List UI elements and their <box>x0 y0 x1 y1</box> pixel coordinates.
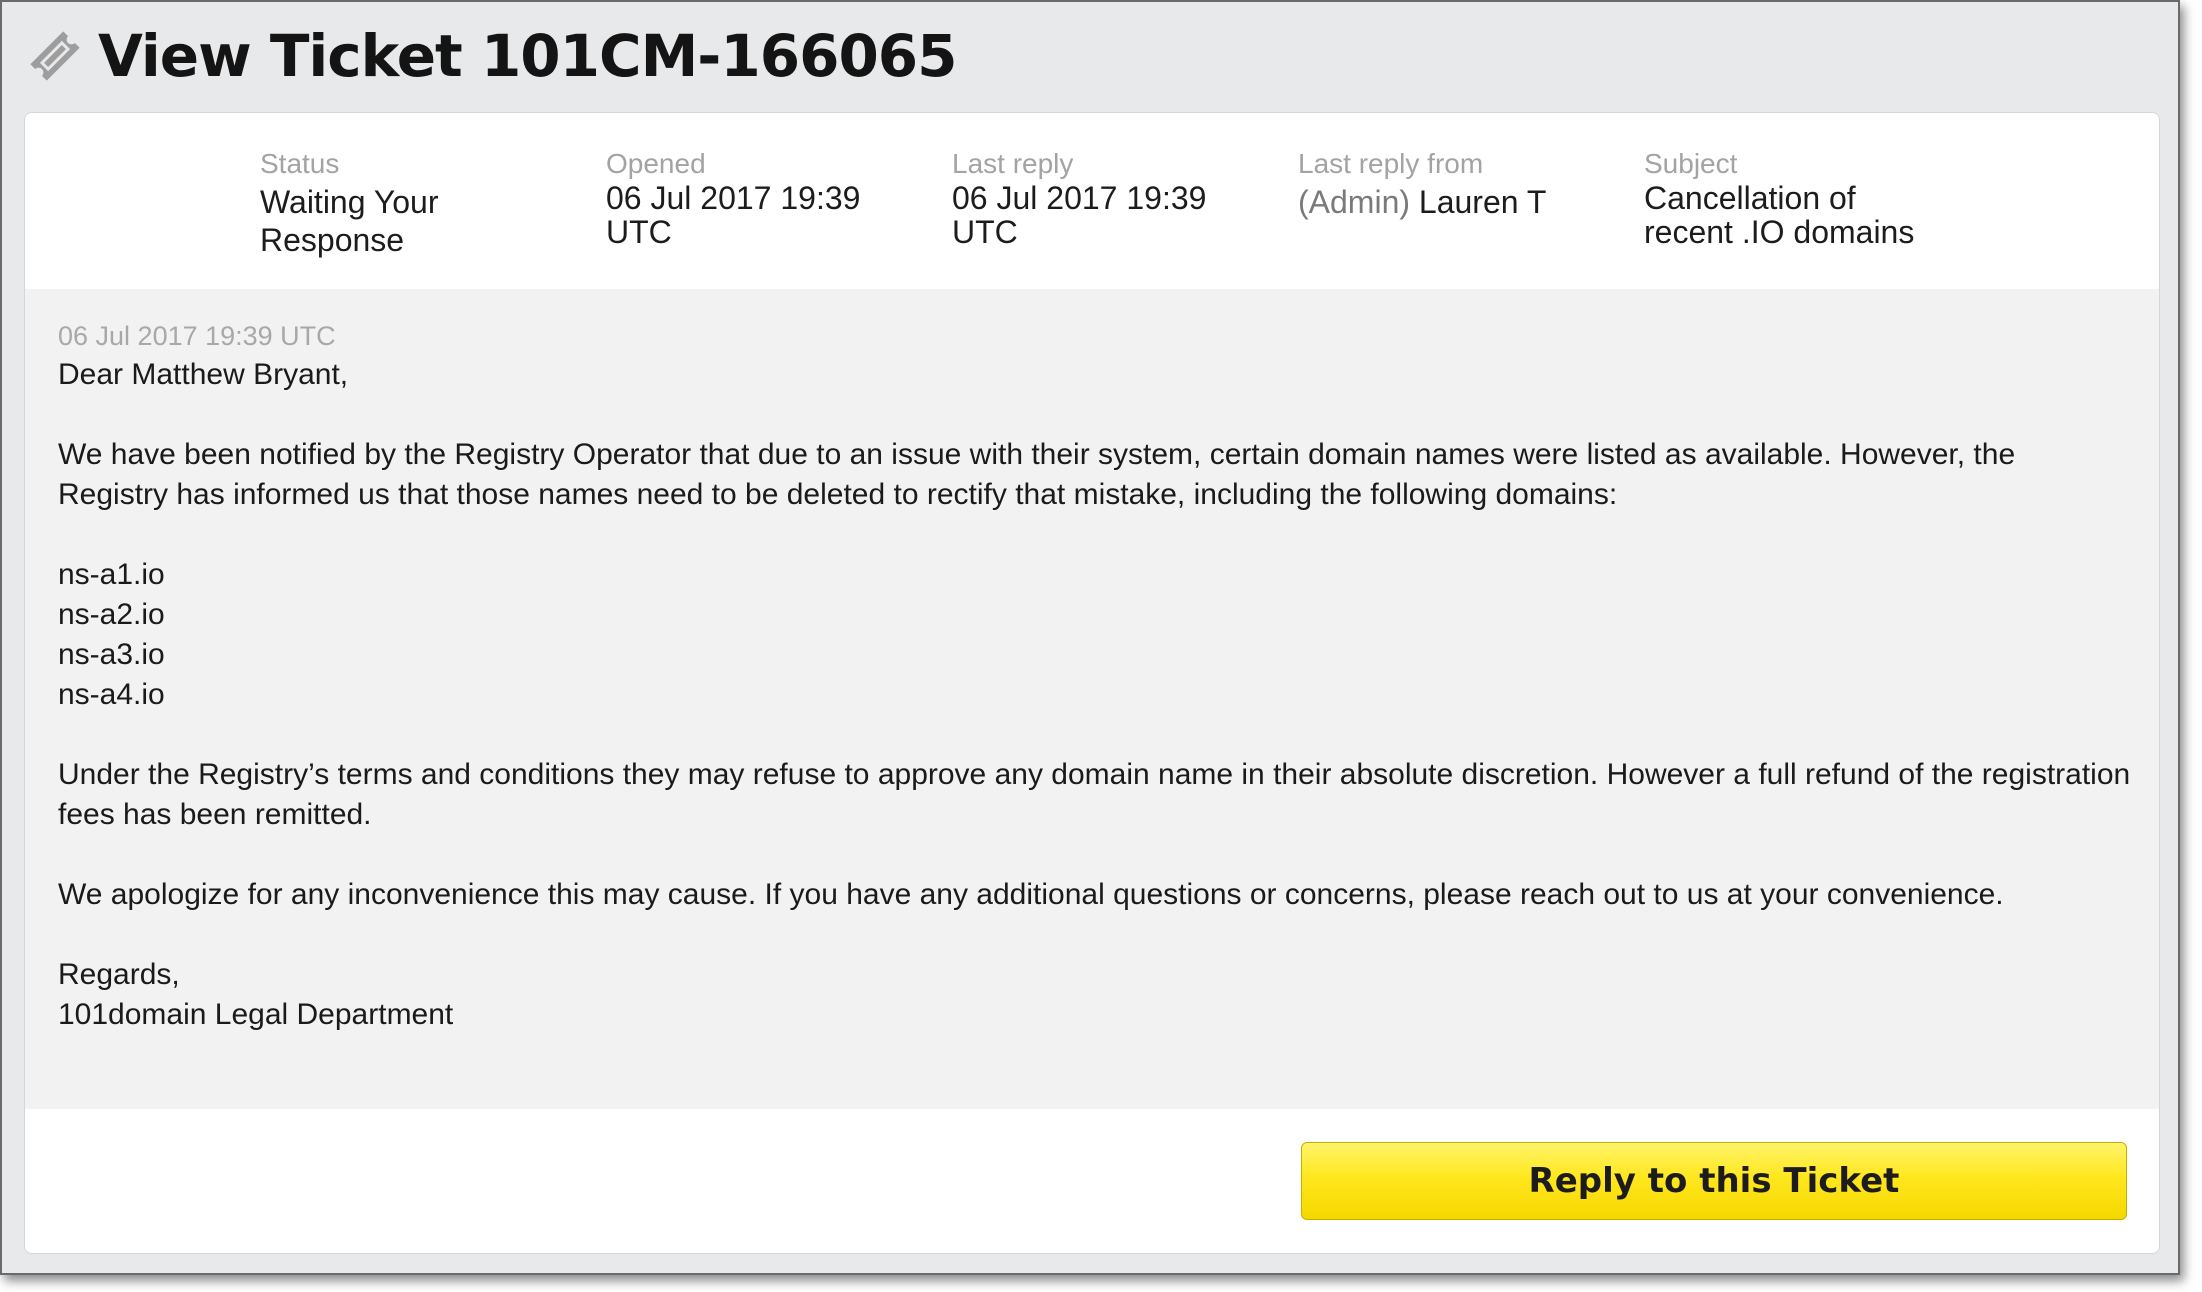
message-greeting: Dear Matthew Bryant, <box>58 358 349 391</box>
message-signature: 101domain Legal Department <box>58 998 454 1031</box>
subject-line-2: recent .IO domains <box>1644 214 1915 250</box>
meta-opened: Opened 06 Jul 2017 19:39 UTC <box>606 147 916 249</box>
ticket-window: View Ticket 101CM-166065 Status Waiting … <box>0 0 2180 1275</box>
page-header: View Ticket 101CM-166065 <box>24 16 958 96</box>
meta-last-reply-from: Last reply from (Admin) Lauren T <box>1298 147 1608 221</box>
page-title: View Ticket 101CM-166065 <box>98 22 958 90</box>
status-label: Status <box>260 148 340 179</box>
message-paragraph: We have been notified by the Registry Op… <box>58 438 2016 511</box>
message-paragraph: We apologize for any inconvenience this … <box>58 878 2004 911</box>
opened-date: 06 Jul 2017 19:39 <box>606 180 861 216</box>
message-panel: 06 Jul 2017 19:39 UTC Dear Matthew Bryan… <box>25 289 2159 1109</box>
admin-role: (Admin) <box>1298 184 1411 220</box>
last-reply-timezone: UTC <box>952 214 1018 250</box>
meta-subject: Subject Cancellation of recent .IO domai… <box>1644 147 1954 249</box>
last-reply-label: Last reply <box>952 148 1074 179</box>
domain-list-item: ns-a3.io <box>58 638 165 671</box>
message-body: Dear Matthew Bryant, We have been notifi… <box>58 355 2133 1035</box>
opened-timezone: UTC <box>606 214 672 250</box>
admin-name: Lauren T <box>1418 184 1547 220</box>
last-reply-from-value: (Admin) Lauren T <box>1298 183 1608 221</box>
subject-label: Subject <box>1644 148 1738 179</box>
domain-list-item: ns-a2.io <box>58 598 165 631</box>
ticket-card: Status Waiting Your Response Opened 06 J… <box>24 112 2160 1254</box>
last-reply-date: 06 Jul 2017 19:39 <box>952 180 1207 216</box>
last-reply-from-label: Last reply from <box>1298 148 1484 179</box>
ticket-meta: Status Waiting Your Response Opened 06 J… <box>25 113 2159 289</box>
subject-line-1: Cancellation of <box>1644 180 1856 216</box>
ticket-icon <box>30 31 80 81</box>
message-date: 06 Jul 2017 19:39 UTC <box>58 321 336 351</box>
domain-list-item: ns-a4.io <box>58 678 165 711</box>
reply-to-ticket-button[interactable]: Reply to this Ticket <box>1301 1142 2127 1220</box>
message-closing: Regards, <box>58 958 180 991</box>
message-paragraph: Under the Registry’s terms and condition… <box>58 758 2131 831</box>
ticket-footer: Reply to this Ticket <box>25 1109 2159 1253</box>
domain-list-item: ns-a1.io <box>58 558 165 591</box>
status-value: Waiting Your Response <box>260 184 439 258</box>
meta-status: Status Waiting Your Response <box>260 147 570 259</box>
opened-label: Opened <box>606 148 706 179</box>
meta-last-reply: Last reply 06 Jul 2017 19:39 UTC <box>952 147 1262 249</box>
